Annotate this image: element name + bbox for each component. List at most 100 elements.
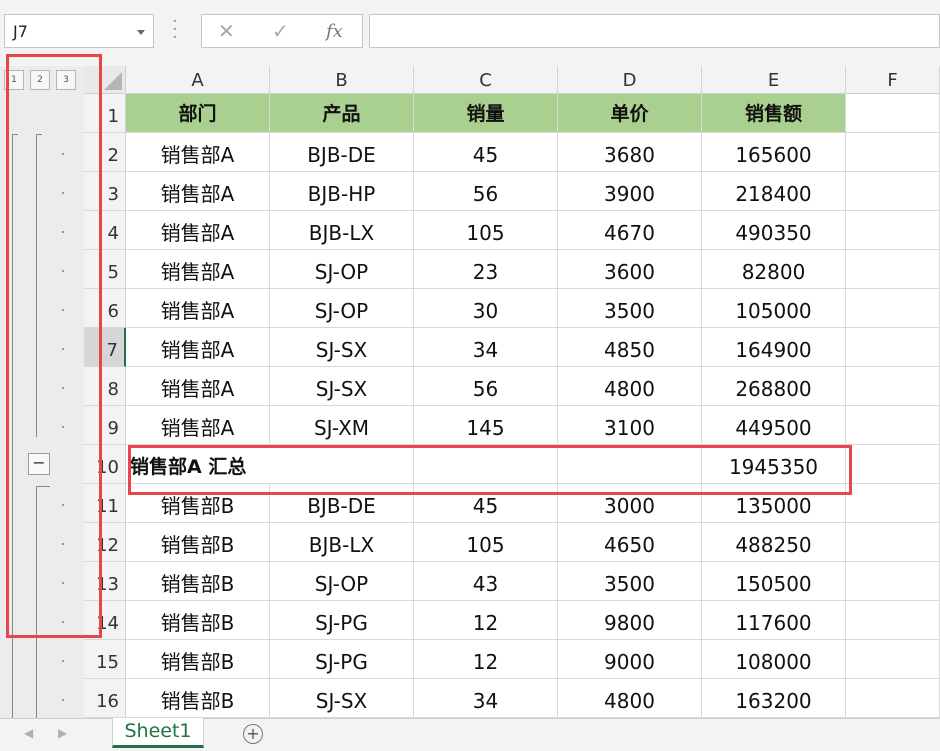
- cell-c7[interactable]: 34: [414, 328, 558, 367]
- cell-e10[interactable]: 1945350: [702, 445, 846, 484]
- cell-a4[interactable]: 销售部A: [126, 211, 270, 250]
- cell-f1[interactable]: [846, 94, 940, 133]
- cell-b7[interactable]: SJ-SX: [270, 328, 414, 367]
- cell-f5[interactable]: [846, 250, 940, 289]
- cell-f3[interactable]: [846, 172, 940, 211]
- cell-b10[interactable]: [270, 445, 414, 484]
- insert-function-icon[interactable]: fx: [326, 21, 343, 42]
- cell-f13[interactable]: [846, 562, 940, 601]
- select-all-button[interactable]: [84, 66, 126, 94]
- cell-a6[interactable]: 销售部A: [126, 289, 270, 328]
- add-sheet-icon[interactable]: +: [243, 724, 263, 744]
- column-header-c[interactable]: C: [414, 66, 558, 94]
- cell-b4[interactable]: BJB-LX: [270, 211, 414, 250]
- row-header-2[interactable]: 2: [84, 133, 126, 172]
- cell-d4[interactable]: 4670: [558, 211, 702, 250]
- row-header-1[interactable]: 1: [84, 94, 126, 133]
- cell-f14[interactable]: [846, 601, 940, 640]
- cell-e11[interactable]: 135000: [702, 484, 846, 523]
- cell-a8[interactable]: 销售部A: [126, 367, 270, 406]
- row-header-9[interactable]: 9: [84, 406, 126, 445]
- row-header-3[interactable]: 3: [84, 172, 126, 211]
- cell-f16[interactable]: [846, 679, 940, 718]
- column-header-e[interactable]: E: [702, 66, 846, 94]
- cell-c13[interactable]: 43: [414, 562, 558, 601]
- cell-c5[interactable]: 23: [414, 250, 558, 289]
- cell-a9[interactable]: 销售部A: [126, 406, 270, 445]
- row-header-5[interactable]: 5: [84, 250, 126, 289]
- outline-level-2-button[interactable]: 2: [30, 70, 50, 90]
- cell-e16[interactable]: 163200: [702, 679, 846, 718]
- row-header-4[interactable]: 4: [84, 211, 126, 250]
- cell-e1[interactable]: 销售额: [702, 94, 846, 133]
- cell-d5[interactable]: 3600: [558, 250, 702, 289]
- cell-c1[interactable]: 销量: [414, 94, 558, 133]
- cell-a13[interactable]: 销售部B: [126, 562, 270, 601]
- cell-a1[interactable]: 部门: [126, 94, 270, 133]
- cell-f9[interactable]: [846, 406, 940, 445]
- row-header-11[interactable]: 11: [84, 484, 126, 523]
- cell-c12[interactable]: 105: [414, 523, 558, 562]
- cell-a10[interactable]: 销售部A 汇总: [126, 445, 270, 484]
- cell-e9[interactable]: 449500: [702, 406, 846, 445]
- cell-b5[interactable]: SJ-OP: [270, 250, 414, 289]
- cell-f12[interactable]: [846, 523, 940, 562]
- scroll-left-icon[interactable]: ◀: [24, 726, 33, 740]
- cell-a11[interactable]: 销售部B: [126, 484, 270, 523]
- cell-b15[interactable]: SJ-PG: [270, 640, 414, 679]
- cell-d1[interactable]: 单价: [558, 94, 702, 133]
- row-header-10[interactable]: 10: [84, 445, 126, 484]
- cell-a12[interactable]: 销售部B: [126, 523, 270, 562]
- cell-d13[interactable]: 3500: [558, 562, 702, 601]
- cell-a5[interactable]: 销售部A: [126, 250, 270, 289]
- row-header-6[interactable]: 6: [84, 289, 126, 328]
- cell-e5[interactable]: 82800: [702, 250, 846, 289]
- name-box[interactable]: J7: [4, 14, 154, 48]
- cell-c16[interactable]: 34: [414, 679, 558, 718]
- cell-b11[interactable]: BJB-DE: [270, 484, 414, 523]
- cell-f7[interactable]: [846, 328, 940, 367]
- cell-b12[interactable]: BJB-LX: [270, 523, 414, 562]
- cell-e12[interactable]: 488250: [702, 523, 846, 562]
- cell-d14[interactable]: 9800: [558, 601, 702, 640]
- cell-e13[interactable]: 150500: [702, 562, 846, 601]
- cell-b9[interactable]: SJ-XM: [270, 406, 414, 445]
- cell-c2[interactable]: 45: [414, 133, 558, 172]
- cell-e4[interactable]: 490350: [702, 211, 846, 250]
- row-header-14[interactable]: 14: [84, 601, 126, 640]
- chevron-down-icon[interactable]: [137, 30, 145, 35]
- cell-f2[interactable]: [846, 133, 940, 172]
- cell-f10[interactable]: [846, 445, 940, 484]
- column-header-b[interactable]: B: [270, 66, 414, 94]
- cell-f4[interactable]: [846, 211, 940, 250]
- cell-c4[interactable]: 105: [414, 211, 558, 250]
- outline-level-3-button[interactable]: 3: [56, 70, 76, 90]
- cell-d3[interactable]: 3900: [558, 172, 702, 211]
- cell-b6[interactable]: SJ-OP: [270, 289, 414, 328]
- cell-f11[interactable]: [846, 484, 940, 523]
- cell-f8[interactable]: [846, 367, 940, 406]
- row-header-16[interactable]: 16: [84, 679, 126, 718]
- cell-e8[interactable]: 268800: [702, 367, 846, 406]
- row-header-13[interactable]: 13: [84, 562, 126, 601]
- worksheet-grid[interactable]: 部门 产品 销量 单价 销售额 销售部A BJB-DE 45 3680 165600 销售部A BJB…: [126, 94, 940, 718]
- cell-e14[interactable]: 117600: [702, 601, 846, 640]
- cell-e2[interactable]: 165600: [702, 133, 846, 172]
- column-header-d[interactable]: D: [558, 66, 702, 94]
- row-header-12[interactable]: 12: [84, 523, 126, 562]
- collapse-group-button[interactable]: −: [28, 453, 50, 475]
- cell-a2[interactable]: 销售部A: [126, 133, 270, 172]
- column-header-f[interactable]: F: [846, 66, 940, 94]
- cell-e15[interactable]: 108000: [702, 640, 846, 679]
- cancel-icon[interactable]: ✕: [218, 19, 235, 43]
- cell-d10[interactable]: [558, 445, 702, 484]
- cell-d7[interactable]: 4850: [558, 328, 702, 367]
- cell-e7[interactable]: 164900: [702, 328, 846, 367]
- cell-d11[interactable]: 3000: [558, 484, 702, 523]
- cell-d6[interactable]: 3500: [558, 289, 702, 328]
- cell-b16[interactable]: SJ-SX: [270, 679, 414, 718]
- cell-b3[interactable]: BJB-HP: [270, 172, 414, 211]
- cell-a15[interactable]: 销售部B: [126, 640, 270, 679]
- cell-c8[interactable]: 56: [414, 367, 558, 406]
- outline-level-1-button[interactable]: 1: [4, 70, 24, 90]
